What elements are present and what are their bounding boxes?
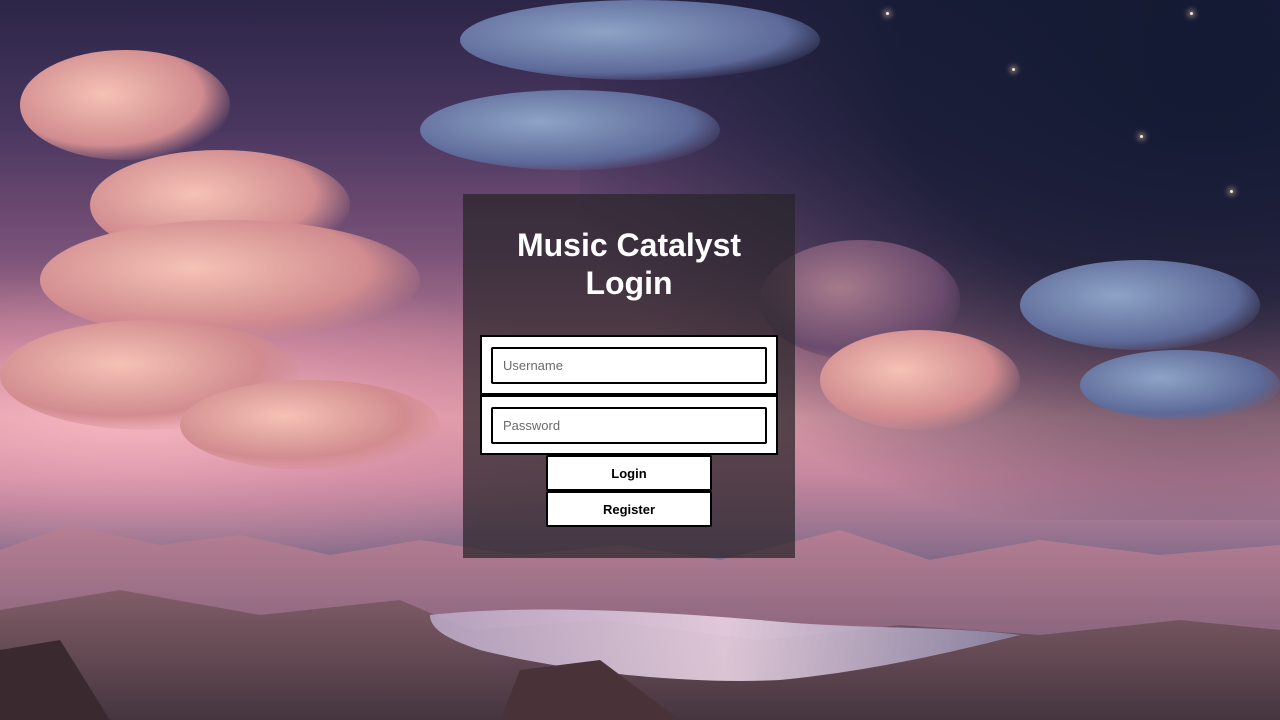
cloud	[1080, 350, 1280, 420]
cloud	[20, 50, 230, 160]
cloud	[420, 90, 720, 170]
cloud	[460, 0, 820, 80]
star	[886, 12, 889, 15]
title-line-login: Login	[585, 265, 673, 301]
password-input[interactable]	[491, 407, 767, 444]
cloud	[820, 330, 1020, 430]
star	[1012, 68, 1015, 71]
login-button[interactable]: Login	[546, 455, 712, 491]
star	[1190, 12, 1193, 15]
background-scene: Music Catalyst Login Login Register	[0, 0, 1280, 720]
username-field-container	[480, 335, 778, 395]
password-field-container	[480, 395, 778, 455]
login-panel: Music Catalyst Login Login Register	[463, 194, 795, 558]
title-line-app-name: Music Catalyst	[516, 227, 742, 263]
star	[1230, 190, 1233, 193]
cloud	[40, 220, 420, 340]
register-button[interactable]: Register	[546, 491, 712, 527]
cloud	[180, 380, 440, 470]
star	[1140, 135, 1143, 138]
page-title: Music Catalyst Login	[463, 226, 795, 302]
username-input[interactable]	[491, 347, 767, 384]
cloud	[1020, 260, 1260, 350]
